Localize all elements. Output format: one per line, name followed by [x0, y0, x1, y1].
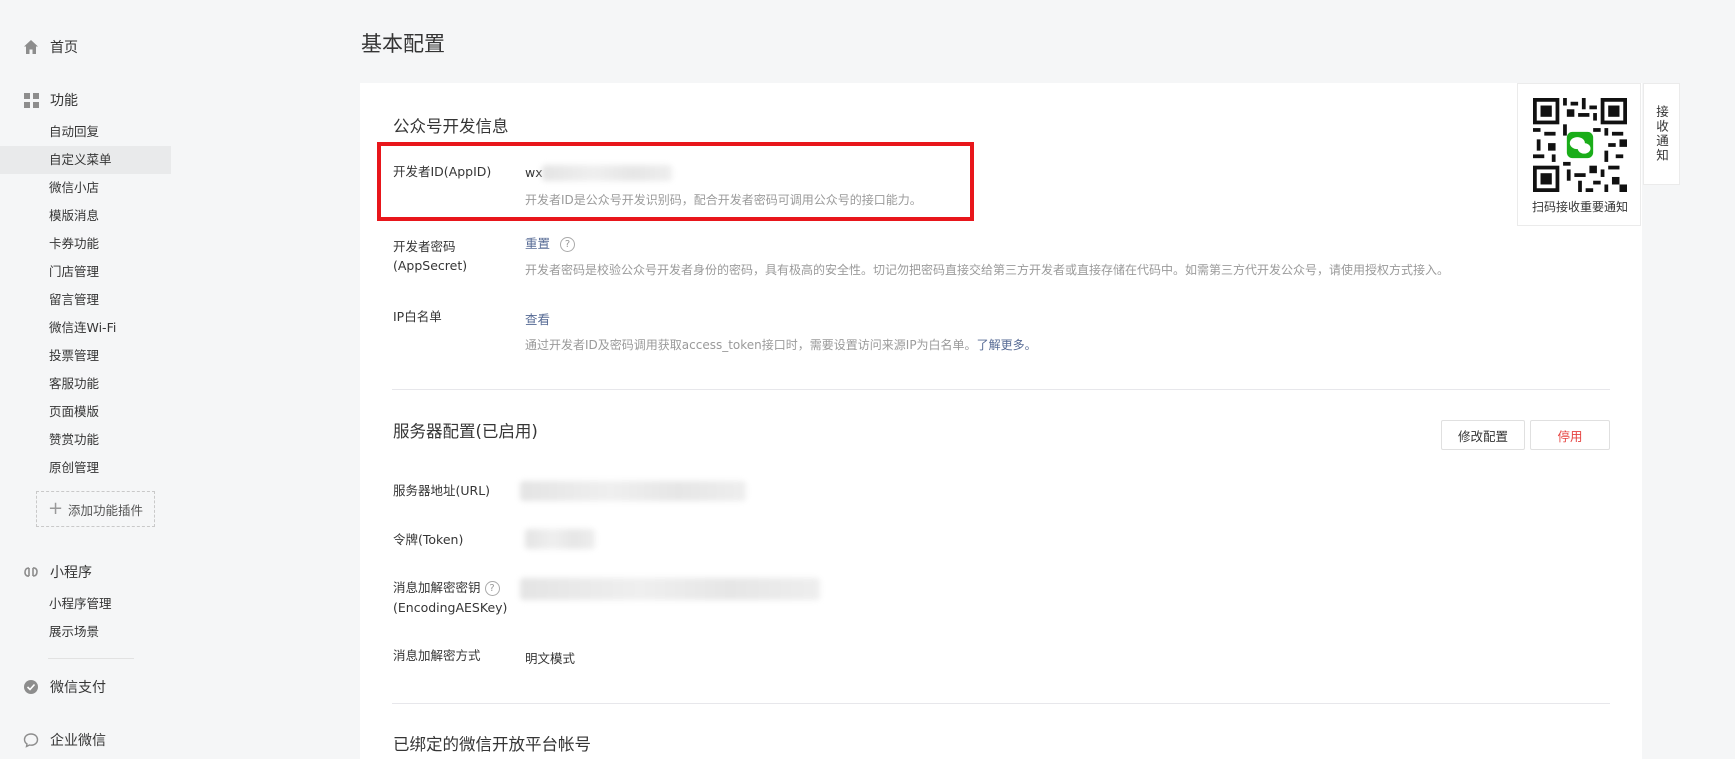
nav-features[interactable]: 功能: [22, 87, 78, 113]
section-divider-2: [392, 703, 1610, 704]
help-icon[interactable]: ?: [560, 237, 575, 252]
add-plugin-button[interactable]: + 添加功能插件: [36, 491, 155, 527]
pay-icon: [22, 678, 40, 696]
secret-actions: 重置 ?: [525, 233, 575, 252]
section-divider: [392, 389, 1610, 390]
nav-item-feature[interactable]: 投票管理: [0, 342, 171, 370]
token-label: 令牌(Token): [393, 532, 464, 547]
nav-miniprogram[interactable]: 小程序: [22, 559, 92, 585]
nav-divider: [48, 658, 134, 659]
view-ip-whitelist-link[interactable]: 查看: [525, 309, 550, 328]
page-title: 基本配置: [361, 32, 445, 56]
dev-info-title: 公众号开发信息: [393, 117, 509, 136]
config-card: 公众号开发信息 开发者ID(AppID) wx 开发者ID是公众号开发识别码，配…: [360, 83, 1642, 759]
qr-code-icon: [1533, 98, 1627, 192]
secret-label-1: 开发者密码: [393, 239, 456, 254]
aes-help-icon[interactable]: ?: [484, 581, 500, 596]
server-url-redacted: [520, 481, 746, 501]
encrypt-mode-label: 消息加解密方式: [393, 648, 481, 663]
learn-more-link[interactable]: 了解更多。: [977, 338, 1037, 352]
nav-item-miniprogram-manage[interactable]: 小程序管理: [0, 590, 171, 618]
appid-label: 开发者ID(AppID): [393, 164, 492, 179]
appid-prefix: wx: [525, 165, 543, 180]
aes-key-label: 消息加解密密钥 ?: [393, 578, 500, 598]
nav-home-label: 首页: [50, 40, 78, 56]
nav-item-feature[interactable]: 自定义菜单: [0, 146, 171, 174]
nav-wechat-pay[interactable]: 微信支付: [22, 674, 106, 700]
nav-item-feature[interactable]: 微信连Wi-Fi: [0, 314, 171, 342]
ip-desc: 通过开发者ID及密码调用获取access_token接口时，需要设置访问来源IP…: [525, 336, 1037, 353]
qr-notify-box: 扫码接收重要通知: [1517, 83, 1641, 226]
aes-key-label-2: (EncodingAESKey): [393, 600, 508, 615]
nav-item-feature[interactable]: 客服功能: [0, 370, 171, 398]
appid-value: wx: [525, 165, 543, 180]
reset-secret-link[interactable]: 重置: [525, 236, 550, 251]
appid-redacted: [542, 165, 672, 181]
receive-notify-tab[interactable]: 接收通知: [1643, 83, 1680, 185]
nav-item-feature[interactable]: 自动回复: [0, 118, 171, 146]
nav-wechat-pay-label: 微信支付: [50, 680, 106, 696]
plus-icon: +: [47, 498, 64, 519]
grid-icon: [22, 91, 40, 109]
nav-item-feature[interactable]: 页面模版: [0, 398, 171, 426]
nav-home[interactable]: 首页: [22, 34, 78, 60]
nav-work-wechat[interactable]: 企业微信: [22, 727, 106, 753]
ip-whitelist-label: IP白名单: [393, 309, 442, 324]
secret-desc: 开发者密码是校验公众号开发者身份的密码，具有极高的安全性。切记勿把密码直接交给第…: [525, 263, 1450, 277]
ip-desc-text: 通过开发者ID及密码调用获取access_token接口时，需要设置访问来源IP…: [525, 338, 977, 352]
nav-item-feature[interactable]: 留言管理: [0, 286, 171, 314]
add-plugin-label: 添加功能插件: [68, 502, 144, 518]
appid-desc: 开发者ID是公众号开发识别码，配合开发者密码可调用公众号的接口能力。: [525, 193, 922, 207]
nav-item-feature[interactable]: 卡券功能: [0, 230, 171, 258]
secret-label-2: (AppSecret): [393, 258, 468, 273]
nav-item-display-scene[interactable]: 展示场景: [0, 618, 171, 646]
server-config-title: 服务器配置(已启用): [393, 422, 538, 441]
edit-config-button[interactable]: 修改配置: [1441, 420, 1525, 450]
aes-key-redacted: [520, 578, 820, 600]
aes-key-label-text: 消息加解密密钥: [393, 580, 481, 595]
home-icon: [22, 38, 40, 56]
nav-item-feature[interactable]: 赞赏功能: [0, 426, 171, 454]
disable-button[interactable]: 停用: [1530, 420, 1610, 450]
nav-miniprogram-label: 小程序: [50, 565, 92, 581]
nav-item-feature[interactable]: 原创管理: [0, 454, 171, 482]
miniprogram-icon: [22, 563, 40, 581]
nav-work-wechat-label: 企业微信: [50, 733, 106, 749]
qr-caption: 扫码接收重要通知: [1531, 200, 1628, 214]
sidebar: 首页 功能 自动回复 自定义菜单 微信小店 模版消息 卡券功能 门店管理 留言管理 微信连Wi…: [0, 0, 175, 759]
nav-item-feature[interactable]: 模版消息: [0, 202, 171, 230]
bound-accounts-title: 已绑定的微信开放平台帐号: [393, 735, 591, 754]
encrypt-mode-value: 明文模式: [525, 651, 576, 666]
server-url-label: 服务器地址(URL): [393, 483, 491, 498]
token-redacted: [525, 529, 595, 549]
chat-icon: [22, 731, 40, 749]
nav-item-feature[interactable]: 微信小店: [0, 174, 171, 202]
nav-features-label: 功能: [50, 93, 78, 109]
nav-item-feature[interactable]: 门店管理: [0, 258, 171, 286]
